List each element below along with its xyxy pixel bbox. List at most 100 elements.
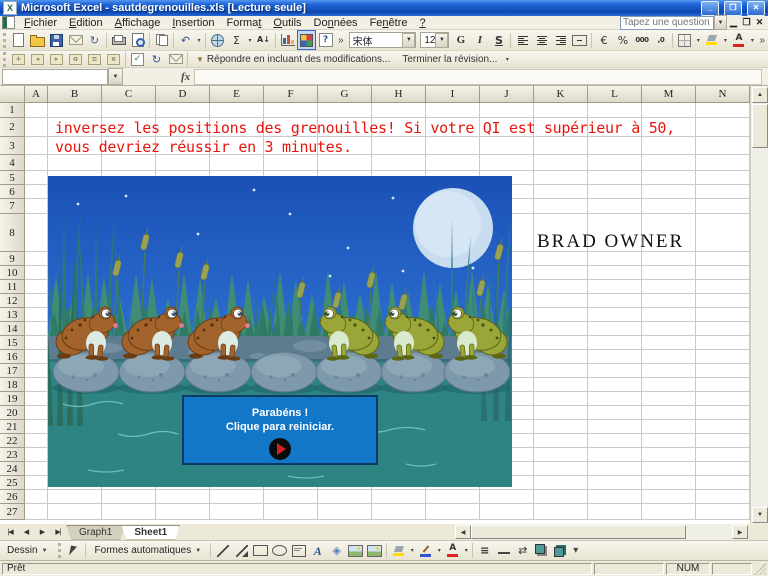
cell-A4[interactable] bbox=[25, 155, 48, 171]
cell-A3[interactable] bbox=[25, 137, 48, 155]
cell-K5[interactable] bbox=[534, 171, 588, 185]
cell-A17[interactable] bbox=[25, 364, 48, 378]
cell-L24[interactable] bbox=[588, 462, 642, 476]
percent-style-button[interactable]: % bbox=[613, 30, 632, 50]
cell-H4[interactable] bbox=[372, 155, 426, 171]
cell-B4[interactable] bbox=[48, 155, 102, 171]
refresh-button[interactable]: ↻ bbox=[85, 30, 104, 50]
help-button[interactable]: ? bbox=[316, 30, 335, 50]
menu-aide[interactable]: ? bbox=[414, 17, 432, 29]
cell-A9[interactable] bbox=[25, 252, 48, 266]
fill-color-button[interactable] bbox=[389, 541, 408, 561]
cell-N6[interactable] bbox=[696, 185, 750, 199]
cell-F1[interactable] bbox=[264, 103, 318, 118]
italic-button[interactable]: I bbox=[470, 30, 489, 50]
font-color-button[interactable]: A bbox=[443, 541, 462, 561]
cell-A23[interactable] bbox=[25, 448, 48, 462]
cell-N9[interactable] bbox=[696, 252, 750, 266]
menu-outils[interactable]: Outils bbox=[267, 17, 307, 29]
workbook-icon[interactable] bbox=[2, 16, 15, 29]
cell-G1[interactable] bbox=[318, 103, 372, 118]
cell-A22[interactable] bbox=[25, 434, 48, 448]
chart-wizard-button[interactable] bbox=[278, 30, 297, 50]
row-header-24[interactable]: 24 bbox=[0, 462, 25, 476]
oval-button[interactable] bbox=[270, 541, 289, 561]
cell-N16[interactable] bbox=[696, 350, 750, 364]
row-header-10[interactable]: 10 bbox=[0, 266, 25, 280]
cell-N22[interactable] bbox=[696, 434, 750, 448]
font-size-dropdown-icon[interactable]: ▼ bbox=[435, 33, 448, 48]
row-header-8[interactable]: 8 bbox=[0, 214, 25, 252]
cell-L9[interactable] bbox=[588, 252, 642, 266]
cell-J26[interactable] bbox=[480, 490, 534, 504]
select-all-corner[interactable] bbox=[0, 86, 25, 103]
cell-F4[interactable] bbox=[264, 155, 318, 171]
toolbar-options-chevron[interactable]: » bbox=[759, 35, 765, 46]
close-button[interactable]: ✕ bbox=[747, 1, 765, 16]
workbook-restore-button[interactable]: ❐ bbox=[740, 17, 753, 28]
tab-nav-1[interactable]: ◀ bbox=[18, 526, 34, 539]
resize-grip[interactable] bbox=[754, 563, 766, 575]
font-name-combo[interactable]: 宋体 ▼ bbox=[349, 32, 417, 48]
align-right-button[interactable] bbox=[551, 30, 570, 50]
menu-donnees[interactable]: Données bbox=[308, 17, 364, 29]
wordart-button[interactable]: A bbox=[308, 541, 327, 561]
toolbar-drag-handle[interactable] bbox=[3, 52, 6, 67]
cell-K3[interactable] bbox=[534, 137, 588, 155]
cell-I26[interactable] bbox=[426, 490, 480, 504]
cell-A21[interactable] bbox=[25, 420, 48, 434]
tab-nav-2[interactable]: ▶ bbox=[34, 526, 50, 539]
row-header-2[interactable]: 2 bbox=[0, 118, 25, 137]
cell-K10[interactable] bbox=[534, 266, 588, 280]
column-header-K[interactable]: K bbox=[534, 86, 588, 103]
draw-menu-button[interactable]: Dessin ▼ bbox=[0, 542, 55, 559]
row-header-14[interactable]: 14 bbox=[0, 322, 25, 336]
menu-fenetre[interactable]: Fenêtre bbox=[364, 17, 414, 29]
cell-M14[interactable] bbox=[642, 322, 696, 336]
column-header-G[interactable]: G bbox=[318, 86, 372, 103]
cell-C27[interactable] bbox=[102, 504, 156, 520]
menu-edition[interactable]: Edition bbox=[63, 17, 109, 29]
cell-L6[interactable] bbox=[588, 185, 642, 199]
cell-N12[interactable] bbox=[696, 294, 750, 308]
minimize-button[interactable]: _ bbox=[701, 1, 719, 16]
scroll-up-icon[interactable]: ▲ bbox=[752, 87, 768, 103]
underline-button[interactable]: S bbox=[489, 30, 508, 50]
borders-dropdown[interactable]: ▾ bbox=[694, 37, 702, 44]
cell-L7[interactable] bbox=[588, 199, 642, 214]
cell-I3[interactable] bbox=[426, 137, 480, 155]
cell-N7[interactable] bbox=[696, 199, 750, 214]
borders-button[interactable] bbox=[675, 30, 694, 50]
cell-H26[interactable] bbox=[372, 490, 426, 504]
cell-K17[interactable] bbox=[534, 364, 588, 378]
cell-M25[interactable] bbox=[642, 476, 696, 490]
fill-color-dropdown[interactable]: ▾ bbox=[721, 37, 729, 44]
menu-format[interactable]: Format bbox=[221, 17, 268, 29]
cell-I4[interactable] bbox=[426, 155, 480, 171]
cell-N8[interactable] bbox=[696, 214, 750, 252]
arrow-style-button[interactable]: ⇄ bbox=[513, 541, 532, 561]
reviewing-toolbar-dropdown[interactable]: ▾ bbox=[503, 56, 511, 63]
cell-M15[interactable] bbox=[642, 336, 696, 350]
cell-A14[interactable] bbox=[25, 322, 48, 336]
row-header-4[interactable]: 4 bbox=[0, 155, 25, 171]
cell-A6[interactable] bbox=[25, 185, 48, 199]
row-header-9[interactable]: 9 bbox=[0, 252, 25, 266]
line-color-button[interactable] bbox=[416, 541, 435, 561]
cell-K4[interactable] bbox=[534, 155, 588, 171]
row-header-12[interactable]: 12 bbox=[0, 294, 25, 308]
column-header-B[interactable]: B bbox=[48, 86, 102, 103]
cell-A26[interactable] bbox=[25, 490, 48, 504]
vertical-scroll-thumb[interactable] bbox=[752, 104, 768, 148]
diagram-button[interactable]: ◈ bbox=[327, 541, 346, 561]
cell-K25[interactable] bbox=[534, 476, 588, 490]
cell-J3[interactable] bbox=[480, 137, 534, 155]
bold-button[interactable]: G bbox=[451, 30, 470, 50]
row-header-19[interactable]: 19 bbox=[0, 392, 25, 406]
line-color-dropdown[interactable]: ▾ bbox=[435, 547, 443, 554]
shadow-style-button[interactable] bbox=[532, 541, 551, 561]
column-header-D[interactable]: D bbox=[156, 86, 210, 103]
align-left-button[interactable] bbox=[513, 30, 532, 50]
font-color-button[interactable]: A bbox=[729, 30, 748, 50]
cell-L19[interactable] bbox=[588, 392, 642, 406]
